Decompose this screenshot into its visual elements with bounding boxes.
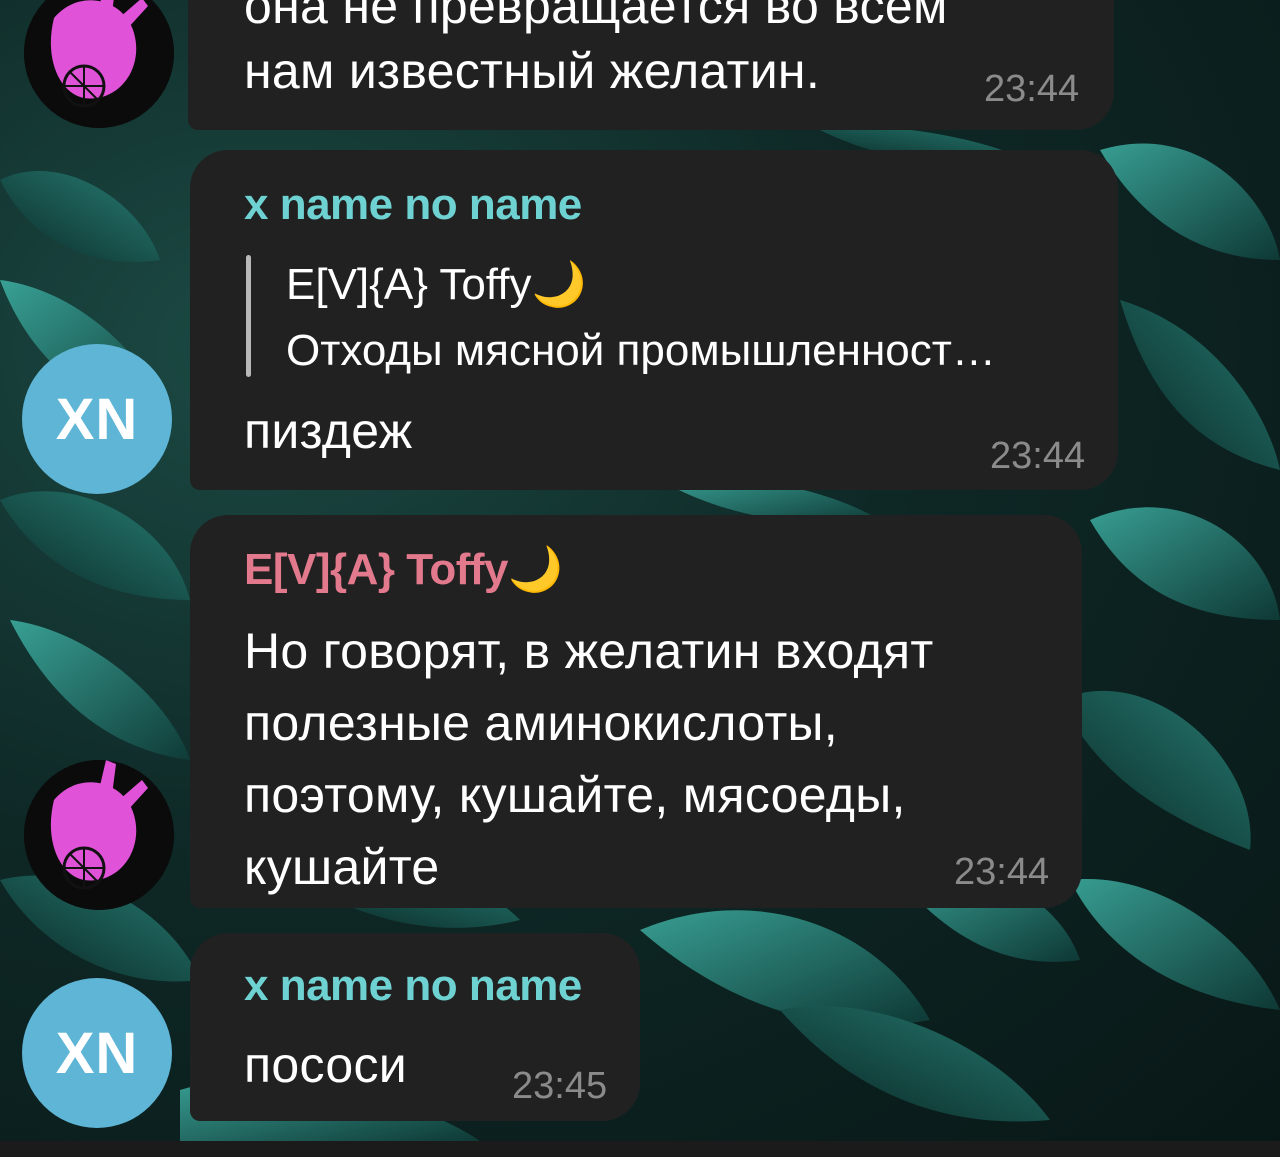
reply-sender-text: E[V]{A} Toffy <box>286 260 532 309</box>
avatar[interactable] <box>24 760 174 910</box>
chat-view[interactable]: она не превращается во всем нам известны… <box>0 0 1280 1157</box>
message-text: пососи <box>244 1037 407 1093</box>
moon-emoji-icon: 🌙 <box>508 545 563 594</box>
message-time: 23:44 <box>954 851 1050 893</box>
avatar-initials[interactable]: XN <box>22 344 172 494</box>
moon-emoji-icon: 🌙 <box>531 260 587 309</box>
message-sender[interactable]: x name no name <box>244 180 582 230</box>
pink-hand-image-icon <box>24 760 174 910</box>
reply-text: Отходы мясной промышленност… <box>286 326 996 375</box>
message-text: Но говорят, в желатин входят полезные ам… <box>244 623 934 895</box>
message-sender[interactable]: E[V]{A} Toffy🌙 <box>244 543 563 595</box>
message-time: 23:44 <box>984 68 1080 110</box>
message-sender-text: E[V]{A} Toffy <box>244 545 509 594</box>
message-bubble[interactable]: E[V]{A} Toffy🌙 Но говорят, в желатин вхо… <box>190 515 1082 908</box>
reply-bar <box>246 255 251 377</box>
message-text: пиздеж <box>244 403 413 459</box>
message-time: 23:44 <box>990 435 1086 477</box>
message-bubble[interactable]: она не превращается во всем нам известны… <box>188 0 1114 130</box>
message-text: нам известный желатин. <box>244 43 821 99</box>
avatar-initials[interactable]: XN <box>22 978 172 1128</box>
bottom-bar <box>0 1141 1280 1157</box>
message-bubble[interactable]: x name no name E[V]{A} Toffy🌙 Отходы мяс… <box>190 150 1118 490</box>
message-bubble[interactable]: x name no name пососи 23:45 <box>190 933 640 1121</box>
reply-sender-name: E[V]{A} Toffy🌙 <box>286 258 586 310</box>
message-time: 23:45 <box>512 1065 608 1107</box>
message-sender[interactable]: x name no name <box>244 961 582 1011</box>
